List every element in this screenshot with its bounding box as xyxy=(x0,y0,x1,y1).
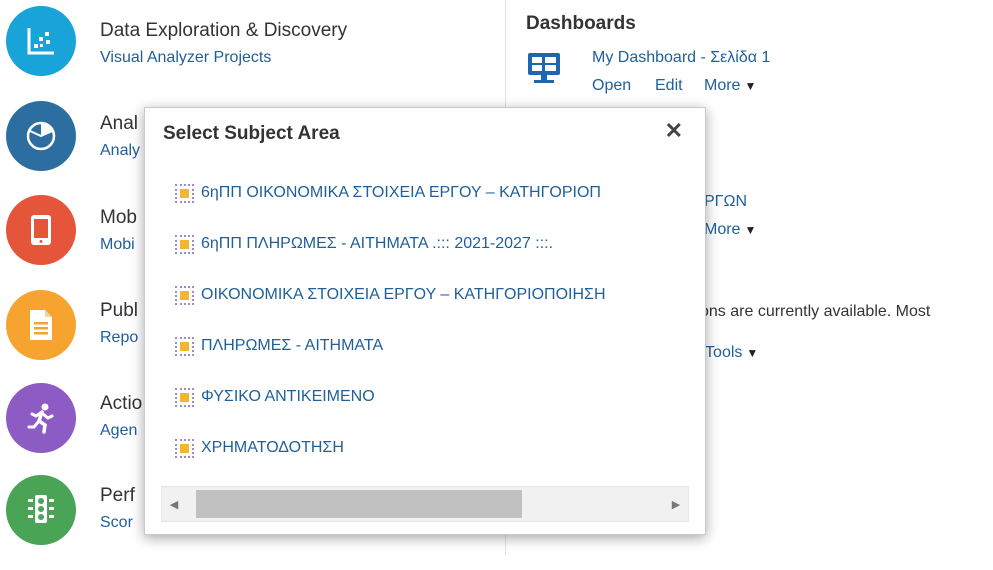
horizontal-scrollbar[interactable]: ◀ ▶ xyxy=(161,486,689,522)
pie-chart-icon[interactable] xyxy=(6,101,76,171)
edit-link[interactable]: Edit xyxy=(655,77,683,95)
mobile-device-icon[interactable] xyxy=(6,195,76,265)
scroll-left-icon[interactable]: ◀ xyxy=(162,487,186,521)
subject-area-icon xyxy=(175,234,194,254)
document-icon[interactable] xyxy=(6,290,76,360)
dashboard-title-link[interactable]: My Dashboard - Σελίδα 1 xyxy=(592,49,770,67)
task-title: Actio xyxy=(100,393,143,414)
select-subject-area-dialog: Select Subject Area ✕ 6ηΠΠ ΟΙΚΟΝΟΜΙΚΑ ΣΤ… xyxy=(144,107,706,535)
scroll-right-icon[interactable]: ▶ xyxy=(664,487,688,521)
task-link[interactable]: Visual Analyzer Projects xyxy=(100,49,271,67)
subject-area-item[interactable]: 6ηΠΠ ΟΙΚΟΝΟΜΙΚΑ ΣΤΟΙΧΕΙΑ ΕΡΓΟΥ – ΚΑΤΗΓΟΡ… xyxy=(175,180,601,206)
task-title: Anal xyxy=(100,113,139,134)
subject-area-icon xyxy=(175,285,194,305)
more-menu[interactable]: More ▼ xyxy=(704,77,756,95)
task-link[interactable]: Scor xyxy=(100,514,133,532)
close-icon[interactable]: ✕ xyxy=(665,120,683,142)
subject-area-item[interactable]: ΠΛΗΡΩΜΕΣ - ΑΙΤΗΜΑΤΑ xyxy=(175,333,383,359)
task-link[interactable]: Analy xyxy=(100,142,140,160)
subject-area-list: 6ηΠΠ ΟΙΚΟΝΟΜΙΚΑ ΣΤΟΙΧΕΙΑ ΕΡΓΟΥ – ΚΑΤΗΓΟΡ… xyxy=(175,180,690,480)
traffic-light-icon[interactable] xyxy=(6,475,76,545)
task-link[interactable]: Mobi xyxy=(100,236,135,254)
subject-area-label: ΦΥΣΙΚΟ ΑΝΤΙΚΕΙΜΕΝΟ xyxy=(201,388,375,405)
info-text: tions are currently available. Most xyxy=(692,303,931,320)
subject-area-label: 6ηΠΠ ΟΙΚΟΝΟΜΙΚΑ ΣΤΟΙΧΕΙΑ ΕΡΓΟΥ – ΚΑΤΗΓΟΡ… xyxy=(201,184,601,201)
caret-down-icon: ▼ xyxy=(744,79,757,93)
subject-area-item[interactable]: 6ηΠΠ ΠΛΗΡΩΜΕΣ - ΑΙΤΗΜΑΤΑ .::: 2021-2027 … xyxy=(175,231,553,257)
scrollbar-thumb[interactable] xyxy=(196,490,522,518)
subject-area-label: ΧΡΗΜΑΤΟΔΟΤΗΣΗ xyxy=(201,439,344,456)
subject-area-icon xyxy=(175,438,194,458)
more-label: More xyxy=(704,77,741,94)
subject-area-label: ΠΛΗΡΩΜΕΣ - ΑΙΤΗΜΑΤΑ xyxy=(201,337,384,354)
subject-area-label: ΟΙΚΟΝΟΜΙΚΑ ΣΤΟΙΧΕΙΑ ΕΡΓΟΥ – ΚΑΤΗΓΟΡΙΟΠΟΙ… xyxy=(201,286,606,303)
more-label: More xyxy=(704,221,741,238)
subject-area-label: 6ηΠΠ ΠΛΗΡΩΜΕΣ - ΑΙΤΗΜΑΤΑ .::: 2021-2027 … xyxy=(201,235,554,252)
caret-down-icon: ▼ xyxy=(744,223,757,237)
subject-area-item[interactable]: ΧΡΗΜΑΤΟΔΟΤΗΣΗ xyxy=(175,435,344,461)
dashboard-icon xyxy=(527,52,563,91)
task-title: Publ xyxy=(100,300,139,321)
subject-area-item[interactable]: ΟΙΚΟΝΟΜΙΚΑ ΣΤΟΙΧΕΙΑ ΕΡΓΟΥ – ΚΑΤΗΓΟΡΙΟΠΟΙ… xyxy=(175,282,606,308)
task-title: Data Exploration & Discovery xyxy=(100,20,348,41)
dashboard2-title-link[interactable]: ΡΓΩΝ xyxy=(704,193,747,211)
subject-area-icon xyxy=(175,387,194,407)
more-menu-2[interactable]: More ▼ xyxy=(704,221,756,239)
subject-area-icon xyxy=(175,336,194,356)
task-item-data-exploration: Data Exploration & Discovery Visual Anal… xyxy=(0,6,480,101)
task-link[interactable]: Agen xyxy=(100,422,137,440)
dialog-title: Select Subject Area xyxy=(163,123,340,144)
caret-down-icon: ▼ xyxy=(746,346,759,360)
subject-area-icon xyxy=(175,183,194,203)
dashboards-heading: Dashboards xyxy=(526,13,636,34)
scatter-chart-icon[interactable] xyxy=(6,6,76,76)
subject-area-item[interactable]: ΦΥΣΙΚΟ ΑΝΤΙΚΕΙΜΕΝΟ xyxy=(175,384,375,410)
open-link[interactable]: Open xyxy=(592,77,631,95)
task-title: Mob xyxy=(100,207,137,228)
running-person-icon[interactable] xyxy=(6,383,76,453)
task-title: Perf xyxy=(100,485,135,506)
task-link[interactable]: Repo xyxy=(100,329,138,347)
